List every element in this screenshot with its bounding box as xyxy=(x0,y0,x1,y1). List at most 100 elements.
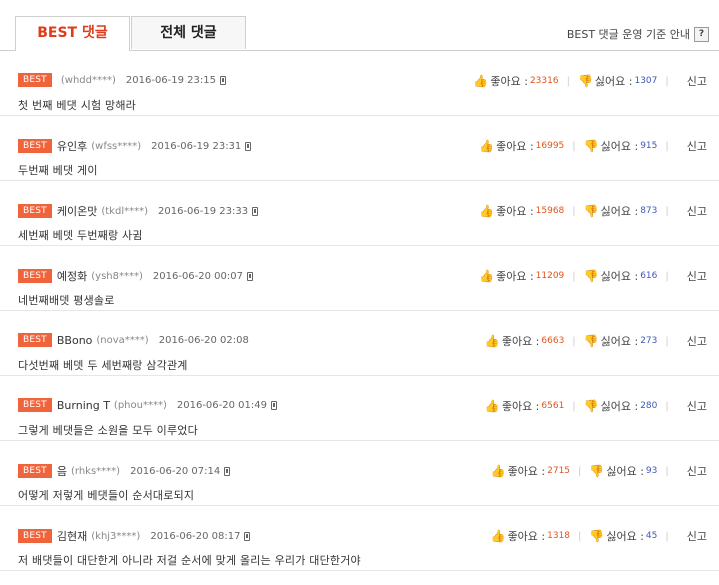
thumbs-down-icon: 👎 xyxy=(583,269,599,283)
dislike-label: 싫어요 : xyxy=(600,270,639,283)
like-label: 좋아요 : xyxy=(501,400,540,413)
divider: | xyxy=(665,270,669,282)
report-button[interactable]: 신고 xyxy=(687,463,707,479)
like-label: 좋아요 : xyxy=(507,530,546,543)
thumbs-down-icon: 👎 xyxy=(583,204,599,218)
comment-list: BEST (whdd****) 2016-06-19 23:15 👍 좋아요 :2… xyxy=(0,51,719,571)
comment-text: 저 배댓들이 대단한게 아니라 저걸 순서에 맞게 올리는 우리가 대단한거야 xyxy=(18,554,361,567)
like-label: 좋아요 : xyxy=(496,270,534,283)
divider: | xyxy=(665,140,669,152)
comment-meta: BEST 김현재 (khj3****) 2016-06-20 08:17 xyxy=(18,528,251,544)
mobile-icon xyxy=(220,75,227,85)
comment-item: BEST BBono (nova****) 2016-06-20 02:08 👍… xyxy=(0,311,719,376)
dislike-button[interactable]: 👎 싫어요 :280 xyxy=(584,398,658,414)
dislike-button[interactable]: 👎 싫어요 :616 xyxy=(584,268,658,284)
tab-best-comments[interactable]: BEST 댓글 xyxy=(15,16,130,51)
comment-date: 2016-06-20 00:07 xyxy=(152,270,244,282)
thumbs-up-icon: 👍 xyxy=(490,529,506,543)
dislike-button[interactable]: 👎 싫어요 :915 xyxy=(584,138,658,154)
comment-user-id: (phou****) xyxy=(113,399,167,411)
comment-actions: 👍 좋아요 :16995 | 👎 싫어요 :915 | 신고 xyxy=(479,138,707,154)
divider: | xyxy=(566,75,570,87)
dislike-button[interactable]: 👎 싫어요 :1307 xyxy=(578,73,657,89)
dislike-button[interactable]: 👎 싫어요 :45 xyxy=(589,528,657,544)
comment-actions: 👍 좋아요 :11209 | 👎 싫어요 :616 | 신고 xyxy=(479,268,707,284)
comment-text: 어떻게 저렇게 베댓들이 순서대로되지 xyxy=(18,489,195,502)
like-label: 좋아요 : xyxy=(507,465,546,478)
report-button[interactable]: 신고 xyxy=(687,138,707,154)
comment-user-id: (tkdl****) xyxy=(101,205,148,217)
mobile-icon xyxy=(224,466,231,476)
comment-text: 다섯번째 베뎃 두 세번째랑 삼각관계 xyxy=(18,359,188,372)
dislike-button[interactable]: 👎 싫어요 :93 xyxy=(589,463,657,479)
mobile-icon xyxy=(252,206,259,216)
divider: | xyxy=(578,465,582,477)
best-badge: BEST xyxy=(18,464,52,478)
report-button[interactable]: 신고 xyxy=(687,528,707,544)
report-button[interactable]: 신고 xyxy=(687,268,707,284)
thumbs-down-icon: 👎 xyxy=(589,464,605,478)
dislike-label: 싫어요 : xyxy=(600,205,639,218)
comment-date: 2016-06-20 02:08 xyxy=(158,334,249,346)
comment-text: 세번째 베뎃 두번째랑 사귐 xyxy=(18,229,143,242)
like-button[interactable]: 👍 좋아요 :15968 xyxy=(479,203,564,219)
help-icon[interactable]: ? xyxy=(694,26,709,42)
best-badge: BEST xyxy=(18,398,52,412)
best-badge: BEST xyxy=(18,333,52,347)
divider: | xyxy=(665,75,669,87)
comment-text: 두번째 베댓 게이 xyxy=(18,164,98,177)
comment-nickname: 예정화 xyxy=(56,270,88,283)
like-button[interactable]: 👍 좋아요 :11209 xyxy=(479,268,564,284)
divider: | xyxy=(665,530,669,542)
thumbs-up-icon: 👍 xyxy=(479,269,495,283)
like-label: 좋아요 : xyxy=(501,335,540,348)
like-button[interactable]: 👍 좋아요 :2715 xyxy=(491,463,570,479)
comment-text: 그렇게 베댓들은 소원을 모두 이루었다 xyxy=(18,424,198,437)
best-policy-link[interactable]: BEST 댓글 운영 기준 안내 ? xyxy=(567,26,709,42)
dislike-label: 싫어요 : xyxy=(594,75,633,88)
like-label: 좋아요 : xyxy=(490,75,528,88)
like-count: 15968 xyxy=(535,206,565,216)
like-button[interactable]: 👍 좋아요 :1318 xyxy=(491,528,570,544)
tab-all-comments[interactable]: 전체 댓글 xyxy=(131,16,246,49)
comment-actions: 👍 좋아요 :1318 | 👎 싫어요 :45 | 신고 xyxy=(491,528,707,544)
report-button[interactable]: 신고 xyxy=(687,333,707,349)
report-button[interactable]: 신고 xyxy=(687,203,707,219)
like-button[interactable]: 👍 좋아요 :23316 xyxy=(473,73,558,89)
thumbs-up-icon: 👍 xyxy=(479,204,495,218)
best-policy-label: BEST 댓글 운영 기준 안내 xyxy=(566,28,690,41)
comment-meta: BEST 유인후 (wfss****) 2016-06-19 23:31 xyxy=(18,138,252,154)
mobile-icon xyxy=(245,141,252,151)
thumbs-down-icon: 👎 xyxy=(583,334,599,348)
dislike-label: 싫어요 : xyxy=(600,140,639,153)
comment-date: 2016-06-20 08:17 xyxy=(150,530,241,542)
comment-date: 2016-06-19 23:15 xyxy=(125,74,217,86)
report-button[interactable]: 신고 xyxy=(687,398,707,414)
thumbs-up-icon: 👍 xyxy=(479,139,495,153)
comment-item: BEST (whdd****) 2016-06-19 23:15 👍 좋아요 :2… xyxy=(0,51,719,116)
comment-date: 2016-06-19 23:31 xyxy=(151,140,242,152)
thumbs-down-icon: 👎 xyxy=(589,529,605,543)
comment-meta: BEST 음 (rhks****) 2016-06-20 07:14 xyxy=(18,463,231,479)
comment-item: BEST 예정화 (ysh8****) 2016-06-20 00:07 👍 좋아… xyxy=(0,246,719,311)
divider: | xyxy=(578,530,582,542)
like-button[interactable]: 👍 좋아요 :16995 xyxy=(479,138,564,154)
comment-meta: BEST BBono (nova****) 2016-06-20 02:08 xyxy=(18,333,253,347)
comment-tabs-bar: BEST 댓글 전체 댓글 BEST 댓글 운영 기준 안내 ? xyxy=(0,0,719,51)
thumbs-down-icon: 👎 xyxy=(583,139,599,153)
divider: | xyxy=(665,400,669,412)
divider: | xyxy=(572,400,576,412)
dislike-count: 273 xyxy=(640,336,658,346)
report-button[interactable]: 신고 xyxy=(687,73,707,89)
mobile-icon xyxy=(244,531,251,541)
dislike-button[interactable]: 👎 싫어요 :273 xyxy=(584,333,658,349)
divider: | xyxy=(665,335,669,347)
like-button[interactable]: 👍 좋아요 :6663 xyxy=(485,333,564,349)
like-label: 좋아요 : xyxy=(496,140,534,153)
comment-date: 2016-06-20 01:49 xyxy=(176,399,267,411)
dislike-count: 616 xyxy=(640,271,658,281)
like-button[interactable]: 👍 좋아요 :6561 xyxy=(485,398,564,414)
best-badge: BEST xyxy=(18,139,52,153)
dislike-button[interactable]: 👎 싫어요 :873 xyxy=(584,203,658,219)
dislike-label: 싫어요 : xyxy=(606,465,644,478)
